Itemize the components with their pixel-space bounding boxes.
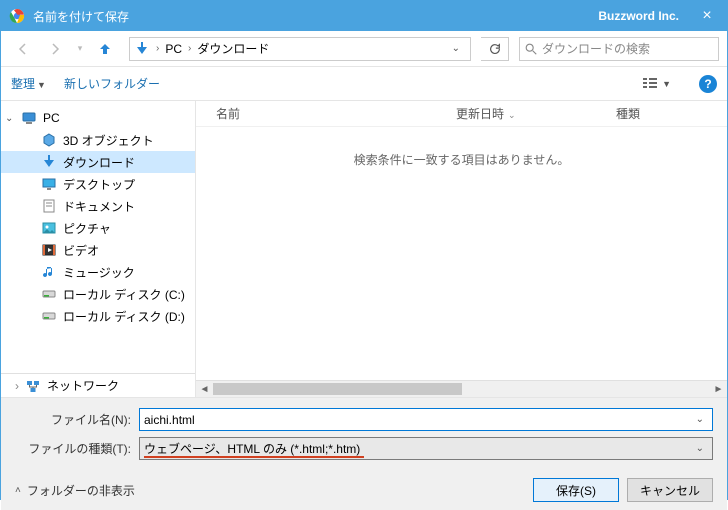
crumb-current[interactable]: ダウンロード (193, 40, 273, 57)
network-icon (25, 378, 41, 394)
sidebar-item-label: ピクチャ (63, 220, 111, 237)
sidebar-item-label: ローカル ディスク (D:) (63, 308, 185, 325)
refresh-button[interactable] (481, 37, 509, 61)
disk-icon (41, 308, 57, 324)
expand-icon[interactable]: › (15, 379, 19, 393)
sidebar-item-label: デスクトップ (63, 176, 135, 193)
sidebar-item-desktop[interactable]: デスクトップ (1, 173, 195, 195)
toolbar: 整理▼ 新しいフォルダー ▼ ? (1, 67, 727, 101)
filetype-label: ファイルの種類(T): (15, 440, 139, 457)
scroll-right-icon[interactable]: ► (710, 381, 727, 398)
forward-button[interactable] (41, 37, 69, 61)
sidebar-item-pc[interactable]: ⌄ PC (1, 107, 195, 129)
bottom-panel: ファイル名(N): aichi.html ⌄ ファイルの種類(T): ウェブペー… (1, 397, 727, 510)
picture-icon (41, 220, 57, 236)
save-button[interactable]: 保存(S) (533, 478, 619, 502)
sidebar-item-downloads[interactable]: ダウンロード (1, 151, 195, 173)
window-title: 名前を付けて保存 (33, 8, 129, 25)
crumb-pc[interactable]: PC (161, 42, 186, 56)
back-button[interactable] (9, 37, 37, 61)
collapse-icon[interactable]: ⌄ (5, 113, 15, 124)
breadcrumb[interactable]: › PC › ダウンロード ⌄ (129, 37, 471, 61)
up-button[interactable] (91, 37, 119, 61)
close-button[interactable]: × (695, 7, 719, 25)
sidebar-item-label: ダウンロード (63, 154, 135, 171)
chrome-icon (9, 8, 25, 24)
organize-menu[interactable]: 整理▼ (11, 75, 46, 92)
sidebar-item-label: PC (43, 111, 60, 125)
search-icon (524, 42, 538, 56)
brand-label: Buzzword Inc. (598, 9, 679, 23)
sidebar-item-documents[interactable]: ドキュメント (1, 195, 195, 217)
video-icon (41, 242, 57, 258)
sidebar-item-disk-d[interactable]: ローカル ディスク (D:) (1, 305, 195, 327)
download-icon (41, 154, 57, 170)
scroll-left-icon[interactable]: ◄ (196, 381, 213, 398)
column-name[interactable]: 名前 (216, 105, 456, 122)
column-headers: 名前 更新日時⌄ 種類 (196, 101, 727, 127)
filename-value: aichi.html (144, 413, 692, 427)
hide-folders-toggle[interactable]: ˄ フォルダーの非表示 (15, 482, 135, 499)
filename-input[interactable]: aichi.html ⌄ (139, 408, 713, 431)
sidebar-item-videos[interactable]: ビデオ (1, 239, 195, 261)
sidebar-item-label: ミュージック (63, 264, 135, 281)
cube-icon (41, 132, 57, 148)
sidebar-item-label: ビデオ (63, 242, 99, 259)
chevron-right-icon: › (154, 43, 161, 54)
column-date[interactable]: 更新日時⌄ (456, 105, 616, 122)
sidebar: ⌄ PC 3D オブジェクト ダウンロード デスクトップ ドキュメント ピクチャ… (1, 101, 196, 397)
pc-icon (21, 110, 37, 126)
search-placeholder: ダウンロードの検索 (542, 40, 650, 57)
sidebar-item-music[interactable]: ミュージック (1, 261, 195, 283)
filetype-select[interactable]: ウェブページ、HTML のみ (*.html;*.htm) ⌄ (139, 437, 713, 460)
disk-icon (41, 286, 57, 302)
breadcrumb-dropdown[interactable]: ⌄ (446, 43, 466, 54)
sidebar-item-pictures[interactable]: ピクチャ (1, 217, 195, 239)
new-folder-button[interactable]: 新しいフォルダー (64, 75, 160, 92)
search-input[interactable]: ダウンロードの検索 (519, 37, 719, 61)
sidebar-item-label: 3D オブジェクト (63, 132, 154, 149)
filetype-value: ウェブページ、HTML のみ (*.html;*.htm) (144, 440, 692, 457)
sidebar-item-label: ドキュメント (63, 198, 135, 215)
sidebar-item-label: ローカル ディスク (C:) (63, 286, 185, 303)
navbar: ▾ › PC › ダウンロード ⌄ ダウンロードの検索 (1, 31, 727, 67)
view-mode-button[interactable]: ▼ (638, 77, 675, 91)
dropdown-icon[interactable]: ⌄ (692, 443, 708, 454)
chevron-right-icon: › (186, 43, 193, 54)
titlebar: 名前を付けて保存 Buzzword Inc. × (1, 1, 727, 31)
cancel-button[interactable]: キャンセル (627, 478, 713, 502)
underline-highlight (144, 456, 364, 458)
sidebar-item-label: ネットワーク (47, 377, 119, 394)
sidebar-item-disk-c[interactable]: ローカル ディスク (C:) (1, 283, 195, 305)
down-arrow-icon (134, 41, 150, 57)
file-list-area: 名前 更新日時⌄ 種類 検索条件に一致する項目はありません。 ◄ ► (196, 101, 727, 397)
column-type[interactable]: 種類 (616, 105, 696, 122)
help-button[interactable]: ? (699, 75, 717, 93)
desktop-icon (41, 176, 57, 192)
music-icon (41, 264, 57, 280)
empty-message: 検索条件に一致する項目はありません。 (196, 151, 727, 168)
recent-dropdown[interactable]: ▾ (73, 37, 87, 61)
sidebar-item-network[interactable]: › ネットワーク (1, 373, 195, 397)
chevron-up-icon: ˄ (15, 485, 21, 496)
sort-caret-icon: ⌄ (508, 110, 516, 120)
document-icon (41, 198, 57, 214)
dropdown-icon[interactable]: ⌄ (692, 414, 708, 425)
filename-label: ファイル名(N): (15, 411, 139, 428)
sidebar-item-3d[interactable]: 3D オブジェクト (1, 129, 195, 151)
horizontal-scrollbar[interactable]: ◄ ► (196, 380, 727, 397)
scrollbar-thumb[interactable] (213, 383, 462, 395)
